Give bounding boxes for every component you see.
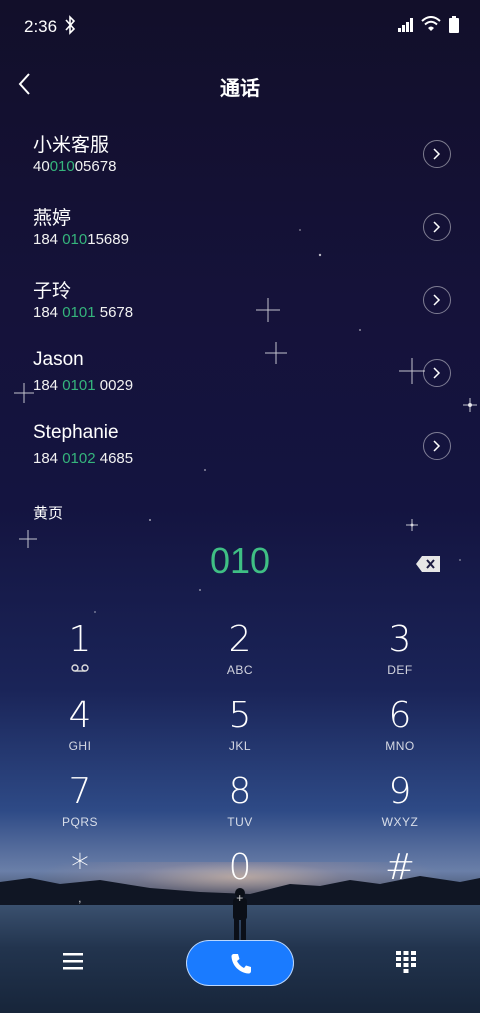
contact-item[interactable]: 小米客服 4001005678 — [0, 118, 480, 191]
bluetooth-icon — [65, 15, 76, 35]
contact-item[interactable]: Jason 184 0101 0029 — [0, 337, 480, 410]
contact-item[interactable]: 子玲 184 0101 5678 — [0, 264, 480, 337]
key-4[interactable]: 4 GHI — [0, 696, 160, 772]
key-8[interactable]: 8 TUV — [160, 772, 320, 848]
key-5[interactable]: 5 JKL — [160, 696, 320, 772]
key-0[interactable]: 0 + — [160, 848, 320, 924]
chevron-right-icon[interactable] — [423, 213, 451, 241]
key-6[interactable]: 6 MNO — [320, 696, 480, 772]
contact-name: Stephanie — [33, 422, 119, 443]
contact-name: 子玲 — [33, 281, 72, 302]
contact-name: 小米客服 — [33, 135, 110, 156]
key-7[interactable]: 7 PQRS — [0, 772, 160, 848]
header: 通话 — [0, 60, 480, 110]
status-time: 2:36 — [24, 17, 58, 36]
chevron-right-icon[interactable] — [423, 140, 451, 168]
contact-number: 184 0101 5678 — [33, 304, 134, 321]
yellow-pages-link[interactable]: 黄页 — [33, 502, 63, 523]
key-9[interactable]: 9 WXYZ — [320, 772, 480, 848]
chevron-right-icon[interactable] — [423, 286, 451, 314]
bottom-action-bar — [0, 938, 480, 988]
key-3[interactable]: 3 DEF — [320, 620, 480, 696]
wifi-icon — [421, 16, 441, 31]
chevron-right-icon[interactable] — [423, 359, 451, 387]
status-bar: 2:36 — [0, 0, 480, 52]
page-title: 通话 — [220, 78, 260, 100]
dialed-number: 010 — [209, 540, 271, 581]
battery-icon — [449, 16, 459, 33]
key-hash[interactable]: # — [320, 848, 480, 924]
call-button[interactable] — [186, 940, 294, 986]
backspace-icon[interactable] — [416, 556, 440, 572]
keypad-icon[interactable] — [396, 951, 416, 973]
phone-icon — [231, 954, 251, 974]
contact-number: 184 01015689 — [33, 231, 129, 248]
key-2[interactable]: 2 ABC — [160, 620, 320, 696]
signal-icon — [398, 18, 413, 32]
menu-icon[interactable] — [63, 952, 83, 970]
contact-number: 4001005678 — [33, 158, 117, 175]
key-star[interactable]: * , — [0, 848, 160, 924]
voicemail-icon — [71, 664, 89, 672]
key-1[interactable]: 1 — [0, 620, 160, 696]
contact-item[interactable]: Stephanie 184 0102 4685 — [0, 410, 480, 483]
contact-name: 燕婷 — [33, 208, 72, 229]
contact-number: 184 0102 4685 — [33, 450, 134, 467]
contact-item[interactable]: 燕婷 184 01015689 — [0, 191, 480, 264]
contact-number: 184 0101 0029 — [33, 377, 134, 394]
chevron-right-icon[interactable] — [423, 432, 451, 460]
contact-name: Jason — [33, 349, 84, 370]
